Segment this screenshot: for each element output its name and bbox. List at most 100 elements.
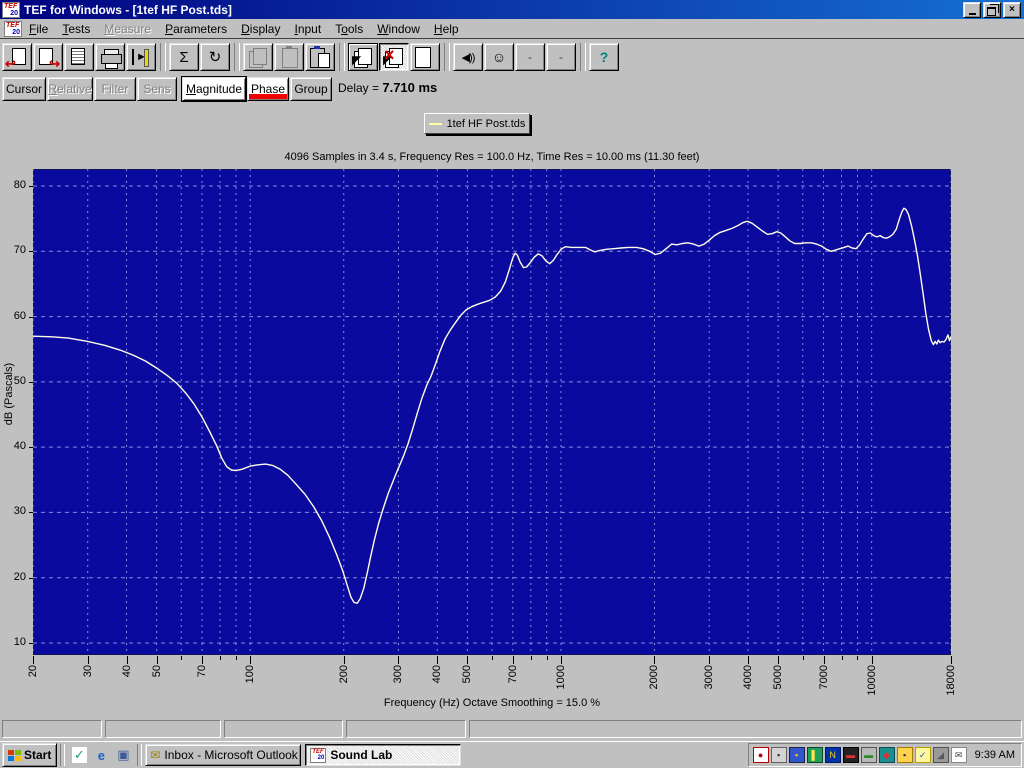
repeat-measure-button[interactable]: ↻ bbox=[200, 43, 230, 71]
x-tick bbox=[126, 656, 128, 664]
view-button-cursor[interactable]: Cursor bbox=[2, 77, 46, 101]
menu-item-measure: Measure bbox=[104, 21, 152, 36]
tray-icon-chart[interactable]: ▌ bbox=[806, 747, 823, 763]
view-button-row: Cursor Relative Filter Sens Magnitude Phase Gr… bbox=[0, 75, 1024, 105]
help-button[interactable]: ? bbox=[589, 43, 619, 71]
select-trace-button[interactable]: ◤ bbox=[348, 43, 378, 71]
export-file-button[interactable]: ↪ bbox=[33, 43, 63, 71]
tray-icon-display[interactable]: ▪ bbox=[788, 747, 805, 763]
menu-item-tools[interactable]: Tools bbox=[328, 20, 370, 38]
status-bar bbox=[0, 718, 1024, 740]
notes-button[interactable] bbox=[64, 43, 94, 71]
tray-icon-disk[interactable]: ▪ bbox=[896, 747, 913, 763]
view-button-phase[interactable]: Phase bbox=[247, 77, 289, 101]
toolbar-separator bbox=[580, 43, 586, 71]
sound-output-button[interactable]: ◀)) bbox=[453, 43, 483, 71]
x-tick bbox=[802, 656, 804, 660]
x-tick bbox=[857, 656, 859, 660]
task-buttons: ✉ Inbox - Microsoft Outlook TEF 20 Sound Lab bbox=[145, 744, 465, 766]
y-tick-label: 30 bbox=[13, 505, 26, 518]
toolbar-separator bbox=[339, 43, 345, 71]
frequency-response-plot[interactable] bbox=[33, 169, 951, 655]
quicklaunch-desktop-icon[interactable]: ▣ bbox=[112, 744, 134, 766]
menu-item-file[interactable]: File bbox=[22, 20, 55, 38]
task-button-sound-lab[interactable]: TEF 20 Sound Lab bbox=[305, 744, 462, 766]
tray-icon-notes[interactable]: ✓ bbox=[914, 747, 931, 763]
chart-area: 1tef HF Post.tds 4096 Samples in 3.4 s, … bbox=[0, 105, 1024, 718]
new-document-button[interactable] bbox=[410, 43, 440, 71]
screen: TEF 20 TEF for Windows - [1tef HF Post.td… bbox=[0, 0, 1024, 768]
status-panel bbox=[223, 720, 344, 738]
start-button[interactable]: Start bbox=[2, 743, 58, 767]
y-tick bbox=[29, 186, 33, 187]
menu-bar: TEF 20 File Tests Measure Parameters Display I… bbox=[0, 19, 1024, 55]
outlook-inbox-icon: ✉ bbox=[150, 748, 161, 762]
minimize-button[interactable] bbox=[963, 2, 981, 18]
restore-button[interactable] bbox=[983, 2, 1001, 18]
toolbar-separator bbox=[444, 43, 450, 71]
copy-button bbox=[243, 43, 273, 71]
tray-icon-printer[interactable]: ▬ bbox=[860, 747, 877, 763]
x-tick bbox=[778, 656, 780, 664]
view-button-filter: Filter bbox=[94, 77, 136, 101]
status-panel bbox=[346, 720, 467, 738]
x-tick bbox=[398, 656, 400, 664]
paste-special-button[interactable] bbox=[305, 43, 335, 71]
deselect-trace-button[interactable]: ◤ × bbox=[379, 43, 409, 71]
x-tick bbox=[546, 656, 548, 660]
task-button-inbox-microsoft-outlook[interactable]: ✉ Inbox - Microsoft Outlook bbox=[145, 744, 302, 766]
feedback-button[interactable]: ☺ bbox=[484, 43, 514, 71]
tray-icon-mouse[interactable]: ▪ bbox=[770, 747, 787, 763]
spare-button-1[interactable]: - bbox=[515, 43, 545, 71]
y-tick bbox=[29, 316, 33, 318]
view-button-sens: Sens bbox=[137, 77, 177, 101]
view-button-relative: Relative bbox=[47, 77, 93, 101]
quicklaunch-outlook-icon[interactable]: ✓ bbox=[68, 744, 90, 766]
view-button-group[interactable]: Group bbox=[290, 77, 332, 101]
x-axis-title: Frequency (Hz) Octave Smoothing = 15.0 % bbox=[383, 697, 601, 709]
quick-launch: ✓ e ▣ bbox=[68, 744, 134, 766]
close-button[interactable]: × bbox=[1003, 2, 1021, 18]
quicklaunch-ie-icon[interactable]: e bbox=[90, 744, 112, 766]
taskbar: Start ✓ e ▣ ✉ Inbox - Microsoft Outlook TEF 2… bbox=[0, 741, 1024, 768]
import-file-button[interactable]: ↩ bbox=[2, 43, 32, 71]
x-tick bbox=[823, 656, 825, 664]
x-tick bbox=[250, 656, 252, 664]
legend-label: 1tef HF Post.tds bbox=[446, 117, 526, 130]
x-tick bbox=[181, 656, 183, 660]
spare-button-2[interactable]: - bbox=[546, 43, 576, 71]
restore-icon bbox=[986, 6, 996, 16]
y-tick bbox=[29, 447, 33, 449]
menu-item-input[interactable]: Input bbox=[287, 20, 328, 38]
tray-icon-scanner[interactable]: ◢ bbox=[932, 747, 949, 763]
tray-icons: ● ▪ ▪ ▌ N ▬ ▬ ◆ ▪ ✓ ◢ ✉ bbox=[752, 747, 967, 763]
menu-item-tests[interactable]: Tests bbox=[55, 20, 97, 38]
x-tick bbox=[560, 656, 562, 664]
tray-icon-norton[interactable]: N bbox=[824, 747, 841, 763]
x-tick bbox=[87, 656, 89, 664]
sum-button[interactable]: Σ bbox=[169, 43, 199, 71]
tray-icon-mail[interactable]: ✉ bbox=[950, 747, 967, 763]
tray-icon-scheduler[interactable]: ● bbox=[752, 747, 769, 763]
x-tick bbox=[202, 656, 204, 664]
menu-item-parameters[interactable]: Parameters bbox=[158, 20, 234, 38]
app-icon[interactable]: TEF 20 bbox=[2, 1, 20, 18]
x-tick bbox=[951, 656, 952, 664]
menu-item-help[interactable]: Help bbox=[427, 20, 466, 38]
taskbar-divider bbox=[137, 744, 143, 766]
tef-document-icon[interactable]: TEF 20 bbox=[4, 20, 22, 37]
print-button[interactable] bbox=[95, 43, 125, 71]
status-panel bbox=[104, 720, 221, 738]
calibrate-button[interactable]: ► bbox=[126, 43, 156, 71]
view-button-magnitude[interactable]: Magnitude bbox=[181, 76, 247, 102]
toolbar: ↩ ↪ ► Σ ↻ ◤ ◤ × ◀)) ☺ - -? bbox=[0, 39, 1024, 75]
tray-icon-monitor[interactable]: ▬ bbox=[842, 747, 859, 763]
menu-item-display[interactable]: Display bbox=[234, 20, 287, 38]
tray-icon-globe[interactable]: ◆ bbox=[878, 747, 895, 763]
legend-button[interactable]: 1tef HF Post.tds bbox=[424, 113, 530, 134]
y-tick-label: 20 bbox=[13, 570, 26, 583]
status-panel bbox=[2, 720, 102, 738]
window-title: TEF for Windows - [1tef HF Post.tds] bbox=[24, 2, 232, 17]
menu-item-window[interactable]: Window bbox=[370, 20, 427, 38]
x-tick bbox=[530, 656, 532, 660]
